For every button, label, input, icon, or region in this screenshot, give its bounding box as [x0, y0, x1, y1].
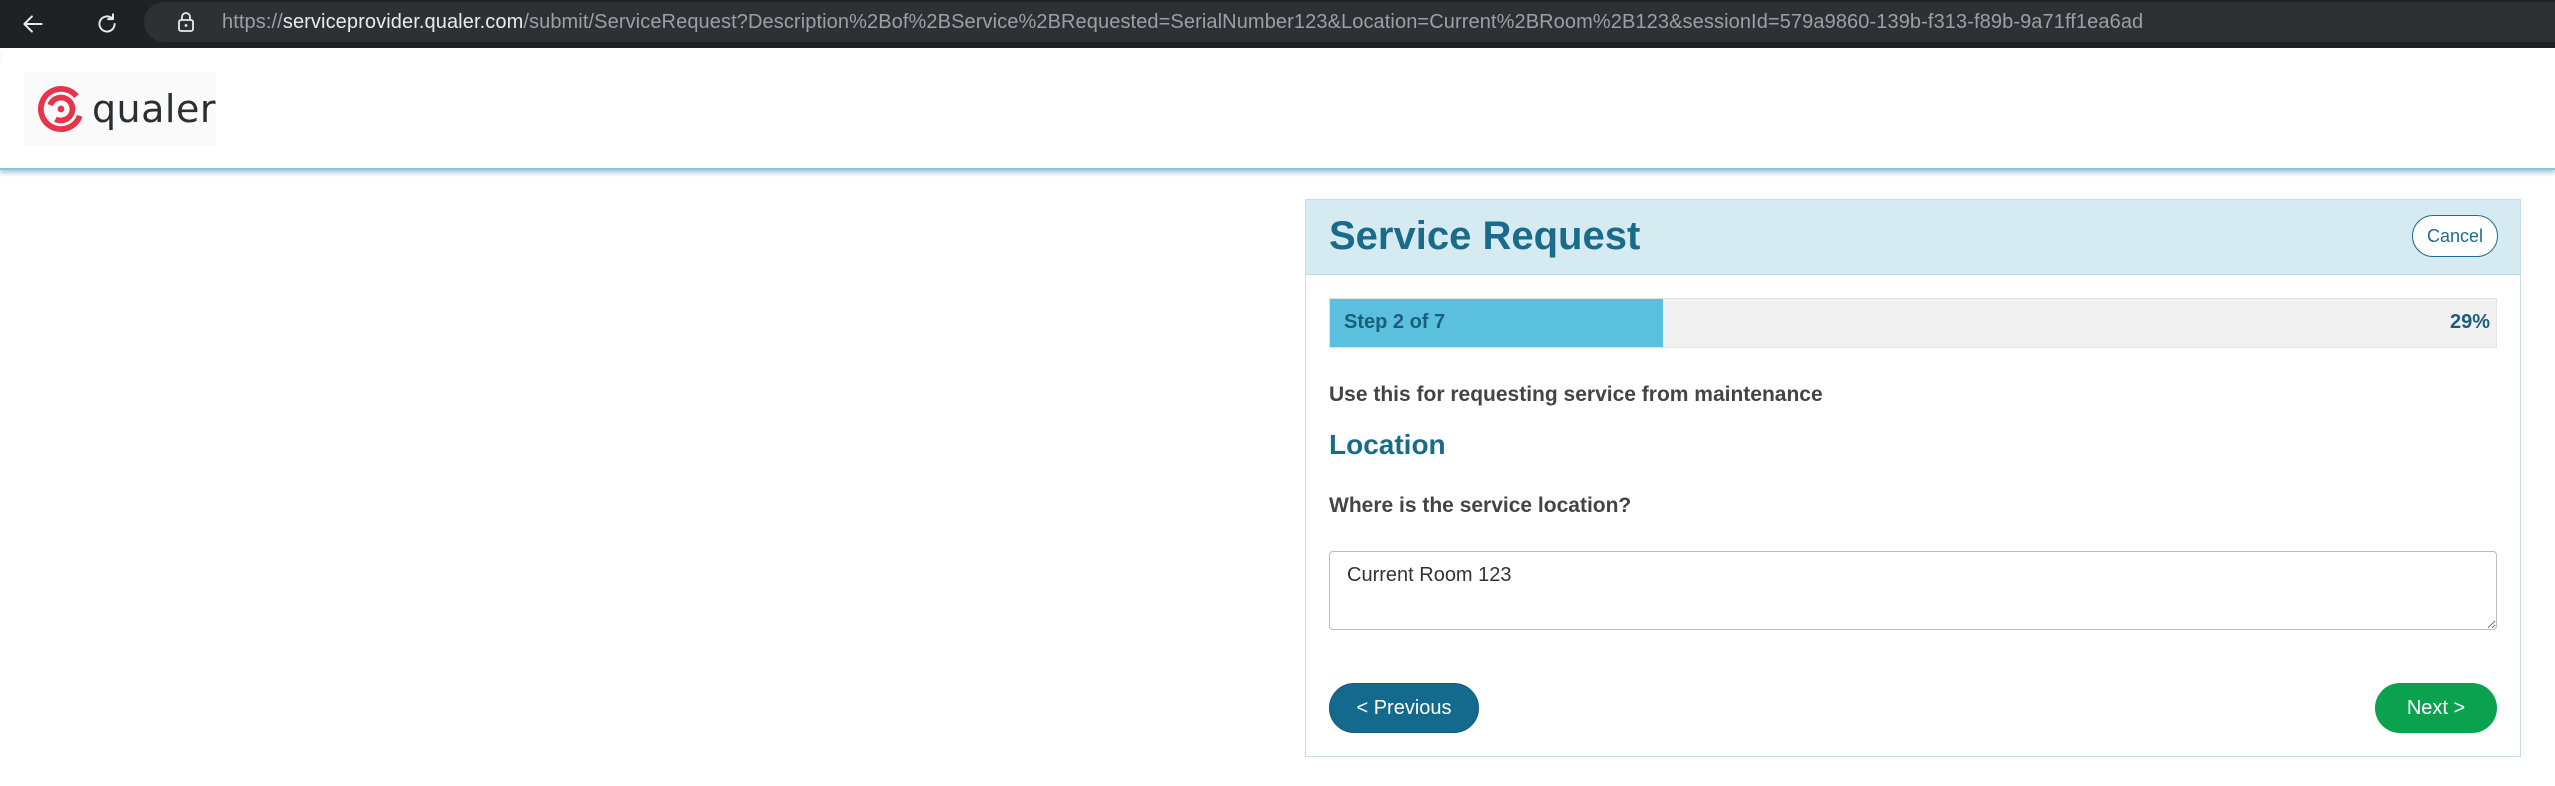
progress-percent: 29% [2449, 311, 2490, 333]
question-label: Where is the service location? [1329, 494, 1632, 517]
cancel-button[interactable]: Cancel [2412, 215, 2498, 257]
back-arrow-icon [23, 15, 43, 33]
lock-icon[interactable] [174, 10, 198, 34]
url-scheme: https:// [222, 10, 283, 33]
url-text[interactable]: https://serviceprovider.qualer.com/submi… [222, 11, 2143, 34]
app-header: qualer [0, 48, 2555, 170]
progress-step-label: Step 2 of 7 [1344, 311, 1446, 333]
url-domain: serviceprovider.qualer.com [282, 10, 524, 33]
page-title: Service Request [1329, 214, 1641, 258]
logo-text: qualer [91, 87, 216, 131]
location-input[interactable]: Current Room 123 [1329, 551, 2497, 630]
qualer-logo-icon [38, 86, 84, 132]
reload-icon [98, 13, 116, 33]
url-path: /submit/ServiceRequest?Description%2Bof%… [523, 10, 2144, 33]
qualer-logo[interactable]: qualer [24, 72, 216, 146]
service-request-card: Service Request Cancel Step 2 of 7 29% U… [1305, 199, 2521, 757]
next-button[interactable]: Next > [2375, 683, 2497, 733]
card-header: Service Request Cancel [1306, 200, 2520, 275]
back-button[interactable] [12, 3, 54, 45]
section-title: Location [1329, 429, 1446, 460]
address-bar[interactable]: https://serviceprovider.qualer.com/submi… [144, 2, 2555, 42]
progress-bar: Step 2 of 7 29% [1329, 298, 2497, 348]
form-description: Use this for requesting service from mai… [1329, 383, 1823, 406]
reload-button[interactable] [86, 3, 128, 45]
previous-button[interactable]: < Previous [1329, 683, 1479, 733]
browser-toolbar: https://serviceprovider.qualer.com/submi… [0, 0, 2555, 48]
